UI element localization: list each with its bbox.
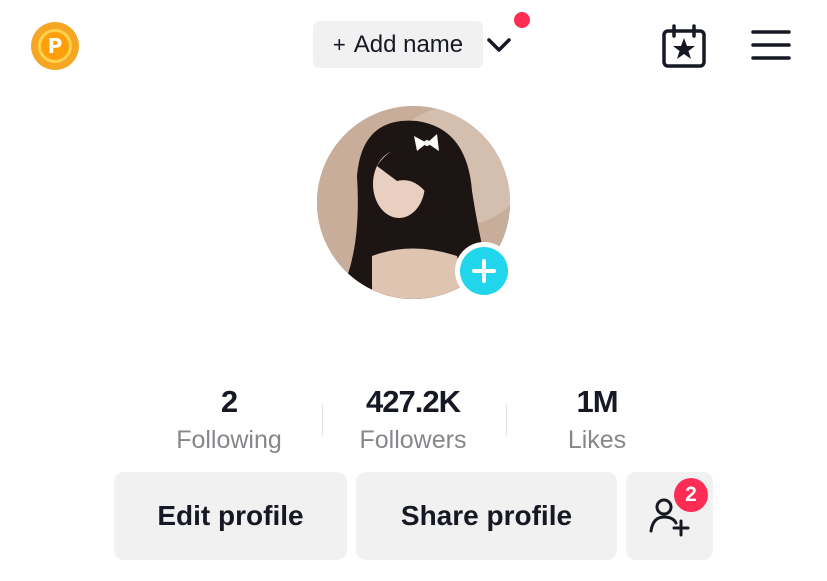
followers-count: 427.2K xyxy=(366,384,461,419)
plus-icon xyxy=(472,259,496,283)
likes-count: 1M xyxy=(576,384,618,419)
followers-label: Followers xyxy=(359,426,467,454)
profile-stats: 2 Following 427.2K Followers 1M Likes xyxy=(0,384,827,464)
add-avatar-button[interactable] xyxy=(455,242,513,300)
friends-count-badge: 2 xyxy=(674,478,708,512)
edit-profile-button[interactable]: Edit profile xyxy=(114,472,347,560)
top-bar: P + Add name xyxy=(0,0,827,90)
share-profile-button[interactable]: Share profile xyxy=(356,472,617,560)
chevron-down-icon[interactable] xyxy=(484,30,514,60)
stat-divider xyxy=(506,404,507,436)
stat-divider xyxy=(322,404,323,436)
points-coin-icon[interactable]: P xyxy=(31,22,79,70)
following-label: Following xyxy=(176,426,282,454)
stat-followers[interactable]: 427.2K Followers xyxy=(328,384,498,455)
calendar-star-icon[interactable] xyxy=(660,23,708,69)
profile-avatar-container xyxy=(317,106,513,300)
stat-following[interactable]: 2 Following xyxy=(144,384,314,455)
points-letter: P xyxy=(38,29,72,63)
hamburger-menu-icon[interactable] xyxy=(750,26,792,64)
likes-label: Likes xyxy=(567,426,627,454)
plus-icon: + xyxy=(332,31,346,57)
add-name-button[interactable]: + Add name xyxy=(313,21,483,68)
add-name-label: Add name xyxy=(353,30,464,58)
notification-dot xyxy=(514,12,530,28)
following-count: 2 xyxy=(220,384,238,419)
stat-likes[interactable]: 1M Likes xyxy=(512,384,682,455)
